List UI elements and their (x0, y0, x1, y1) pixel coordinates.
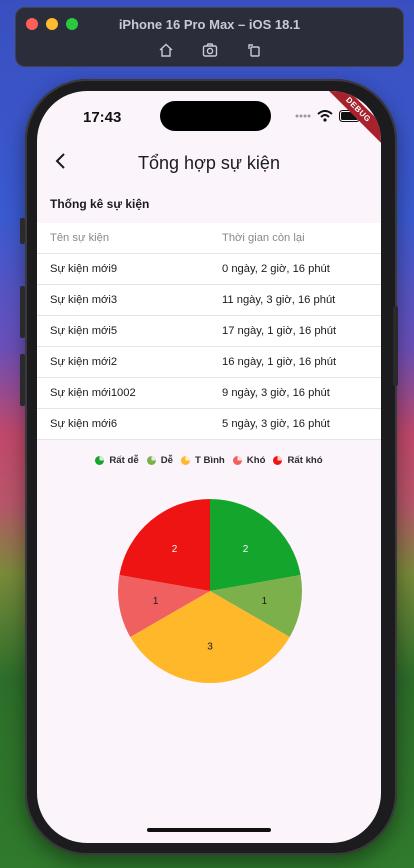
volume-down-button[interactable] (20, 354, 25, 406)
pie-slice-1 (210, 499, 301, 591)
action-button[interactable] (20, 218, 25, 244)
table-row: Sự kiện mới2 16 ngày, 1 giờ, 16 phút (37, 347, 381, 378)
legend-label: Khó (246, 455, 266, 466)
time-remaining-cell: 16 ngày, 1 giờ, 16 phút (222, 356, 337, 368)
section-title: Thống kê sự kiện (50, 197, 150, 211)
table-row: Sự kiện mới1002 9 ngày, 3 giờ, 16 phút (37, 378, 381, 409)
event-name-cell: Sự kiện mới3 (50, 294, 118, 306)
screenshot-icon[interactable] (202, 42, 218, 58)
app-bar: Tổng hợp sự kiện (37, 141, 381, 183)
app-screen: 17:43 DEBUG Tổng hợp sự kiện Thống kê sự… (37, 91, 381, 843)
legend-swatch (232, 456, 242, 465)
table-row: Sự kiện mới9 0 ngày, 2 giờ, 16 phút (37, 254, 381, 285)
table-row: Sự kiện mới6 5 ngày, 3 giờ, 16 phút (37, 409, 381, 440)
legend-item: T Bình (180, 455, 225, 466)
simulator-title: iPhone 16 Pro Max – iOS 18.1 (118, 17, 301, 32)
signal-icon (295, 114, 311, 118)
legend-swatch (273, 456, 283, 465)
time-remaining-cell: 11 ngày, 3 giờ, 16 phút (222, 294, 336, 306)
time-remaining-cell: 17 ngày, 1 giờ, 16 phút (222, 325, 337, 337)
legend-swatch (146, 456, 156, 465)
difficulty-pie-chart: 2 1 3 1 2 (117, 499, 302, 683)
legend-swatch (95, 456, 105, 465)
time-remaining-cell: 9 ngày, 3 giờ, 16 phút (222, 387, 330, 399)
time-remaining-cell: 5 ngày, 3 giờ, 16 phút (222, 418, 330, 430)
legend-label: Rất dễ (109, 455, 139, 466)
pie-slice-label: 1 (262, 596, 268, 607)
home-indicator[interactable] (147, 828, 271, 832)
table-header-row: Tên sự kiện Thời gian còn lại (37, 223, 381, 254)
event-name-cell: Sự kiện mới6 (50, 418, 118, 430)
rotate-icon[interactable] (246, 42, 262, 58)
chart-legend: Rất dễ Dễ T Bình Khó Rất khó (37, 455, 381, 466)
simulator-toolbar: iPhone 16 Pro Max – iOS 18.1 (15, 7, 404, 67)
wifi-icon (317, 110, 333, 122)
home-icon[interactable] (158, 42, 174, 58)
header-time-remaining: Thời gian còn lại (222, 232, 305, 244)
legend-item: Rất dễ (95, 455, 139, 466)
legend-label: Rất khó (287, 455, 323, 466)
status-time: 17:43 (83, 109, 122, 126)
page-title: Tổng hợp sự kiện (138, 153, 280, 173)
legend-item: Rất khó (273, 455, 323, 466)
event-name-cell: Sự kiện mới5 (50, 325, 118, 337)
event-name-cell: Sự kiện mới2 (50, 356, 118, 368)
table-row: Sự kiện mới5 17 ngày, 1 giờ, 16 phút (37, 316, 381, 347)
volume-up-button[interactable] (20, 286, 25, 338)
dynamic-island (160, 101, 271, 131)
legend-swatch (180, 456, 190, 465)
event-name-cell: Sự kiện mới9 (50, 263, 118, 275)
event-name-cell: Sự kiện mới1002 (50, 387, 136, 399)
legend-item: Dễ (146, 455, 173, 466)
time-remaining-cell: 0 ngày, 2 giờ, 16 phút (222, 263, 330, 275)
legend-label: T Bình (194, 455, 225, 466)
pie-slice-label: 2 (243, 544, 249, 555)
table-row: Sự kiện mới3 11 ngày, 3 giờ, 16 phút (37, 285, 381, 316)
legend-label: Dễ (160, 455, 173, 466)
pie-slice-5 (119, 499, 210, 591)
header-event-name: Tên sự kiện (50, 232, 110, 244)
legend-item: Khó (232, 455, 266, 466)
pie-slice-label: 2 (172, 544, 178, 555)
events-table: Tên sự kiện Thời gian còn lại Sự kiện mớ… (37, 223, 381, 440)
pie-slice-label: 3 (207, 642, 213, 653)
power-button[interactable] (393, 306, 398, 386)
pie-slice-label: 1 (153, 596, 159, 607)
